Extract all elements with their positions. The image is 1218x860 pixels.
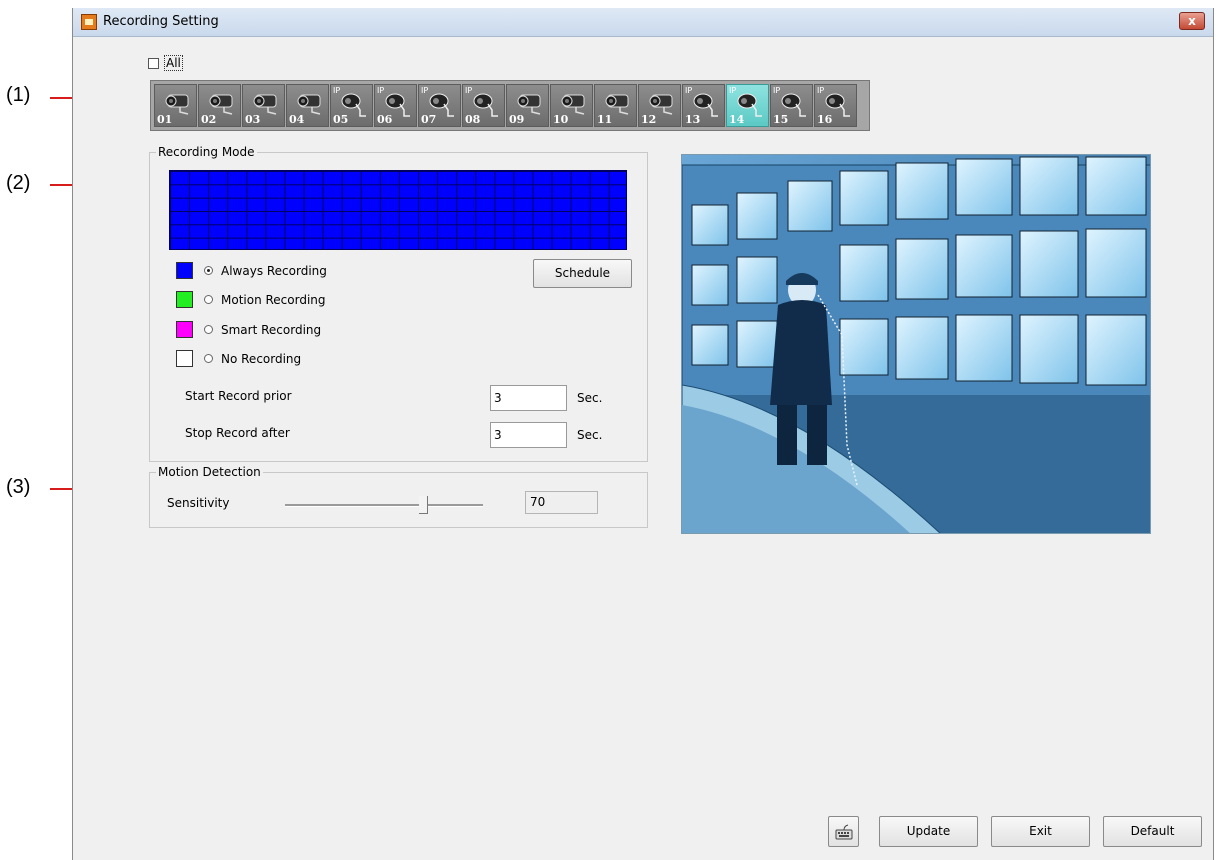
motion-radio[interactable]	[204, 295, 213, 304]
motion-color-swatch[interactable]	[176, 291, 193, 308]
camera-number: 10	[553, 113, 569, 126]
recording-mode-legend: Recording Mode	[158, 145, 255, 159]
always-color-swatch[interactable]	[176, 262, 193, 279]
camera-13-button[interactable]: IP 13	[682, 84, 725, 127]
start-prior-input[interactable]	[490, 385, 567, 411]
callout-1: (1)	[6, 84, 31, 106]
camera-14-button[interactable]: IP 14	[726, 84, 769, 127]
select-all-label[interactable]: All	[164, 55, 183, 71]
sensitivity-slider-thumb[interactable]	[419, 496, 428, 514]
app-icon	[81, 14, 97, 30]
recording-setting-window: Recording Setting x All 01 02 03 04 IP 05 IP 06…	[72, 8, 1214, 860]
update-button[interactable]: Update	[879, 816, 978, 847]
keyboard-button[interactable]	[828, 816, 859, 847]
control-room-photo	[682, 155, 1150, 533]
camera-number: 06	[377, 113, 393, 126]
camera-07-button[interactable]: IP 07	[418, 84, 461, 127]
mode-motion[interactable]: Motion Recording	[176, 291, 326, 308]
close-button[interactable]: x	[1179, 12, 1205, 30]
preview-image	[681, 154, 1151, 534]
camera-number: 05	[333, 113, 349, 126]
window-title: Recording Setting	[103, 14, 219, 29]
none-radio[interactable]	[204, 354, 213, 363]
schedule-grid[interactable]	[169, 170, 627, 250]
camera-number: 02	[201, 113, 217, 126]
default-button[interactable]: Default	[1103, 816, 1202, 847]
mode-always[interactable]: Always Recording	[176, 262, 327, 279]
mode-none[interactable]: No Recording	[176, 350, 301, 367]
camera-08-button[interactable]: IP 08	[462, 84, 505, 127]
motion-label: Motion Recording	[221, 292, 326, 307]
camera-number: 01	[157, 113, 173, 126]
always-radio[interactable]	[204, 266, 213, 275]
camera-number: 16	[817, 113, 833, 126]
camera-02-button[interactable]: 02	[198, 84, 241, 127]
stop-after-input[interactable]	[490, 422, 567, 448]
camera-number: 15	[773, 113, 789, 126]
camera-number: 04	[289, 113, 305, 126]
sensitivity-slider-track[interactable]	[285, 504, 483, 507]
camera-number: 07	[421, 113, 437, 126]
sensitivity-label: Sensitivity	[167, 496, 230, 510]
mode-smart[interactable]: Smart Recording	[176, 321, 321, 338]
callout-3: (3)	[6, 476, 31, 498]
camera-10-button[interactable]: 10	[550, 84, 593, 127]
camera-number: 09	[509, 113, 525, 126]
smart-label: Smart Recording	[221, 322, 322, 337]
title-bar: Recording Setting x	[73, 8, 1213, 37]
schedule-button[interactable]: Schedule	[533, 259, 632, 288]
camera-01-button[interactable]: 01	[154, 84, 197, 127]
none-color-swatch[interactable]	[176, 350, 193, 367]
camera-12-button[interactable]: 12	[638, 84, 681, 127]
camera-number: 12	[641, 113, 657, 126]
camera-04-button[interactable]: 04	[286, 84, 329, 127]
callout-2: (2)	[6, 172, 31, 194]
camera-number: 14	[729, 113, 745, 126]
camera-number: 03	[245, 113, 261, 126]
select-all-checkbox[interactable]	[148, 57, 159, 69]
camera-16-button[interactable]: IP 16	[814, 84, 857, 127]
camera-09-button[interactable]: 09	[506, 84, 549, 127]
smart-radio[interactable]	[204, 325, 213, 334]
camera-number: 11	[597, 113, 613, 126]
camera-number: 13	[685, 113, 701, 126]
none-label: No Recording	[221, 351, 302, 366]
camera-05-button[interactable]: IP 05	[330, 84, 373, 127]
camera-11-button[interactable]: 11	[594, 84, 637, 127]
stop-after-label: Stop Record after	[185, 426, 290, 440]
select-all-row[interactable]: All	[148, 55, 183, 71]
start-prior-label: Start Record prior	[185, 389, 292, 403]
keyboard-icon	[835, 824, 852, 840]
sensitivity-value: 70	[525, 491, 598, 514]
smart-color-swatch[interactable]	[176, 321, 193, 338]
camera-06-button[interactable]: IP 06	[374, 84, 417, 127]
camera-strip: 01 02 03 04 IP 05 IP 06 IP 07 IP 08 09 10 11 12 IP 13 IP 14…	[150, 80, 870, 131]
motion-detection-legend: Motion Detection	[158, 465, 261, 479]
camera-number: 08	[465, 113, 481, 126]
camera-03-button[interactable]: 03	[242, 84, 285, 127]
exit-button[interactable]: Exit	[991, 816, 1090, 847]
camera-15-button[interactable]: IP 15	[770, 84, 813, 127]
always-label: Always Recording	[221, 263, 327, 278]
stop-after-unit: Sec.	[577, 428, 603, 442]
start-prior-unit: Sec.	[577, 391, 603, 405]
